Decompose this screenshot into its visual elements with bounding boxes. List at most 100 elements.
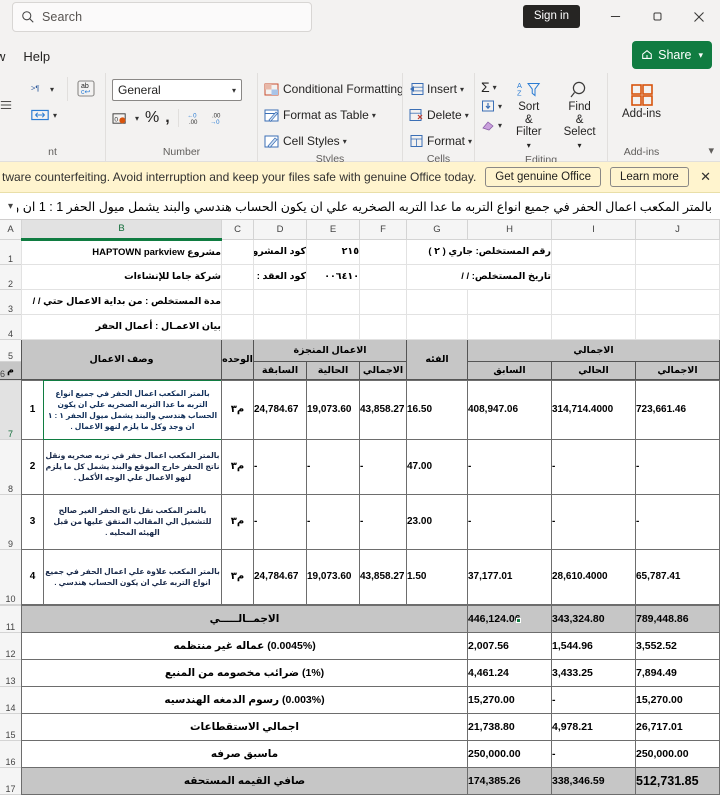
row2-done-current[interactable]: - — [307, 439, 360, 494]
row1-done-previous[interactable]: 24,784.67 — [254, 380, 307, 439]
th-group-done[interactable]: الاعمال المنجزة — [254, 339, 407, 361]
row3-total-previous[interactable]: - — [468, 494, 552, 549]
row1-done-total[interactable]: 43,858.27 — [360, 380, 407, 439]
row1-done-current[interactable]: 19,073.60 — [307, 380, 360, 439]
cell-contract-code-value[interactable]: ٠٠٦٤١٠ — [307, 264, 360, 289]
conditional-formatting-button[interactable]: Conditional Formatting — [264, 77, 404, 101]
autosum-button[interactable]: Σ ▾ — [481, 78, 502, 96]
row4-total-current[interactable]: 28,610.4000 — [552, 549, 636, 604]
number-format-select[interactable]: General ▾ — [112, 79, 242, 101]
row-header-3[interactable]: 3 — [0, 289, 22, 314]
summary-2-label[interactable]: (1%) ضرائب مخصومه من المنبع — [22, 659, 468, 686]
row3-done-total[interactable]: - — [360, 494, 407, 549]
summary-1-total[interactable]: 3,552.52 — [636, 632, 720, 659]
column-header-F[interactable]: F — [360, 220, 407, 239]
comma-style-icon[interactable]: , — [165, 109, 169, 127]
chevron-down-icon[interactable]: ▾ — [493, 83, 497, 92]
row1-total-current[interactable]: 314,714.4000 — [552, 380, 636, 439]
row2-done-previous[interactable]: - — [254, 439, 307, 494]
row2-done-total[interactable]: - — [360, 439, 407, 494]
accounting-format-icon[interactable]: 0 — [112, 111, 129, 126]
wrap-text-button[interactable]: abc↩ — [75, 77, 97, 101]
summary-3-label[interactable]: (0.003%) رسوم الدمغه الهندسيه — [22, 686, 468, 713]
column-header-E[interactable]: E — [307, 220, 360, 239]
close-icon[interactable]: ✕ — [700, 169, 711, 185]
column-header-J[interactable]: J — [636, 220, 720, 239]
summary-1-current[interactable]: 1,544.96 — [552, 632, 636, 659]
delete-cells-button[interactable]: Delete ▾ — [409, 103, 469, 127]
summary-4-total[interactable]: 26,717.01 — [636, 713, 720, 740]
find-select-button[interactable]: Find &Select ▾ — [556, 78, 604, 154]
row4-no[interactable]: 4 — [22, 549, 44, 604]
chevron-down-icon[interactable]: ▾ — [372, 111, 376, 120]
column-header-I[interactable]: I — [552, 220, 636, 239]
cell-works-statement[interactable]: بيان الاعمـال : أعمال الحفر — [22, 314, 222, 339]
th-total-total[interactable]: الاجمالي — [636, 361, 720, 379]
menu-item-help[interactable]: Help — [14, 45, 59, 68]
cell-G3[interactable] — [407, 289, 468, 314]
row1-total-previous[interactable]: 408,947.06 — [468, 380, 552, 439]
row-header-10[interactable]: 10 — [0, 549, 22, 604]
summary-6-current[interactable]: 338,346.59 — [552, 767, 636, 794]
summary-4-previous[interactable]: 21,738.80 — [468, 713, 552, 740]
selection-fill-handle[interactable] — [516, 618, 521, 623]
cell-I4[interactable] — [552, 314, 636, 339]
row1-no[interactable]: 1 — [22, 380, 44, 439]
summary-3-previous[interactable]: 15,270.00 — [468, 686, 552, 713]
cell-F3[interactable] — [360, 289, 407, 314]
cell-H4[interactable] — [468, 314, 552, 339]
row-header-12[interactable]: 12 — [0, 632, 22, 659]
summary-4-current[interactable]: 4,978.21 — [552, 713, 636, 740]
chevron-down-icon[interactable]: ▾ — [460, 85, 464, 94]
minimize-button[interactable] — [594, 2, 636, 32]
formula-bar[interactable]: ▾ بالمتر المكعب اعمال الحفر في جميع انوا… — [0, 193, 720, 220]
row3-total-total[interactable]: - — [636, 494, 720, 549]
cell-C4[interactable] — [222, 314, 254, 339]
summary-1-previous[interactable]: 2,007.56 — [468, 632, 552, 659]
summary-5-total[interactable]: 250,000.00 — [636, 740, 720, 767]
summary-1-label[interactable]: (0.0045%) عماله غير منتظمه — [22, 632, 468, 659]
column-header-H[interactable]: H — [468, 220, 552, 239]
cell-F1[interactable] — [360, 239, 407, 264]
th-total-current[interactable]: الحالي — [552, 361, 636, 379]
share-button[interactable]: Share ▾ — [632, 41, 712, 69]
chevron-down-icon[interactable]: ▾ — [50, 85, 54, 94]
row4-done-current[interactable]: 19,073.60 — [307, 549, 360, 604]
chevron-down-icon[interactable]: ▾ — [343, 137, 347, 146]
summary-0-previous[interactable]: 446,124.06 — [468, 605, 552, 632]
sign-in-button[interactable]: Sign in — [523, 5, 580, 28]
decrease-decimal-icon[interactable]: .00→0 — [210, 111, 227, 126]
row2-rate[interactable]: 47.00 — [407, 439, 468, 494]
cell-project-code-label[interactable]: كود المشروع : — [254, 239, 307, 264]
cell-C2[interactable] — [222, 264, 254, 289]
row-header-13[interactable]: 13 — [0, 659, 22, 686]
row4-total-total[interactable]: 65,787.41 — [636, 549, 720, 604]
row-header-15[interactable]: 15 — [0, 713, 22, 740]
cell-G4[interactable] — [407, 314, 468, 339]
cell-C1[interactable] — [222, 239, 254, 264]
row4-total-previous[interactable]: 37,177.01 — [468, 549, 552, 604]
get-genuine-office-button[interactable]: Get genuine Office — [485, 167, 601, 187]
cell-J2[interactable] — [636, 264, 720, 289]
chevron-down-icon[interactable]: ▾ — [498, 121, 502, 130]
row-header-14[interactable]: 14 — [0, 686, 22, 713]
summary-5-previous[interactable]: 250,000.00 — [468, 740, 552, 767]
th-done-total[interactable]: الاجمالي — [360, 361, 407, 379]
increase-decimal-icon[interactable]: ←0.00 — [187, 111, 204, 126]
column-header-A[interactable]: A — [0, 220, 22, 239]
cell-statement-no[interactable]: رقم المستخلص: جاري ( ٢ ) — [407, 239, 552, 264]
row2-total-total[interactable]: - — [636, 439, 720, 494]
cell-E4[interactable] — [307, 314, 360, 339]
row4-done-total[interactable]: 43,858.27 — [360, 549, 407, 604]
row2-unit[interactable]: م٣ — [222, 439, 254, 494]
menu-item-view[interactable]: w — [0, 45, 14, 68]
row-header-9[interactable]: 9 — [0, 494, 22, 549]
th-group-total[interactable]: الاجمالي — [468, 339, 720, 361]
row1-rate[interactable]: 16.50 — [407, 380, 468, 439]
row4-rate[interactable]: 1.50 — [407, 549, 468, 604]
row4-unit[interactable]: م٣ — [222, 549, 254, 604]
chevron-down-icon[interactable]: ▾ — [468, 137, 472, 146]
column-header-D[interactable]: D — [254, 220, 307, 239]
cell-duration[interactable]: مدة المستخلص : من بداية الاعمال حتي / / — [22, 289, 222, 314]
summary-3-total[interactable]: 15,270.00 — [636, 686, 720, 713]
